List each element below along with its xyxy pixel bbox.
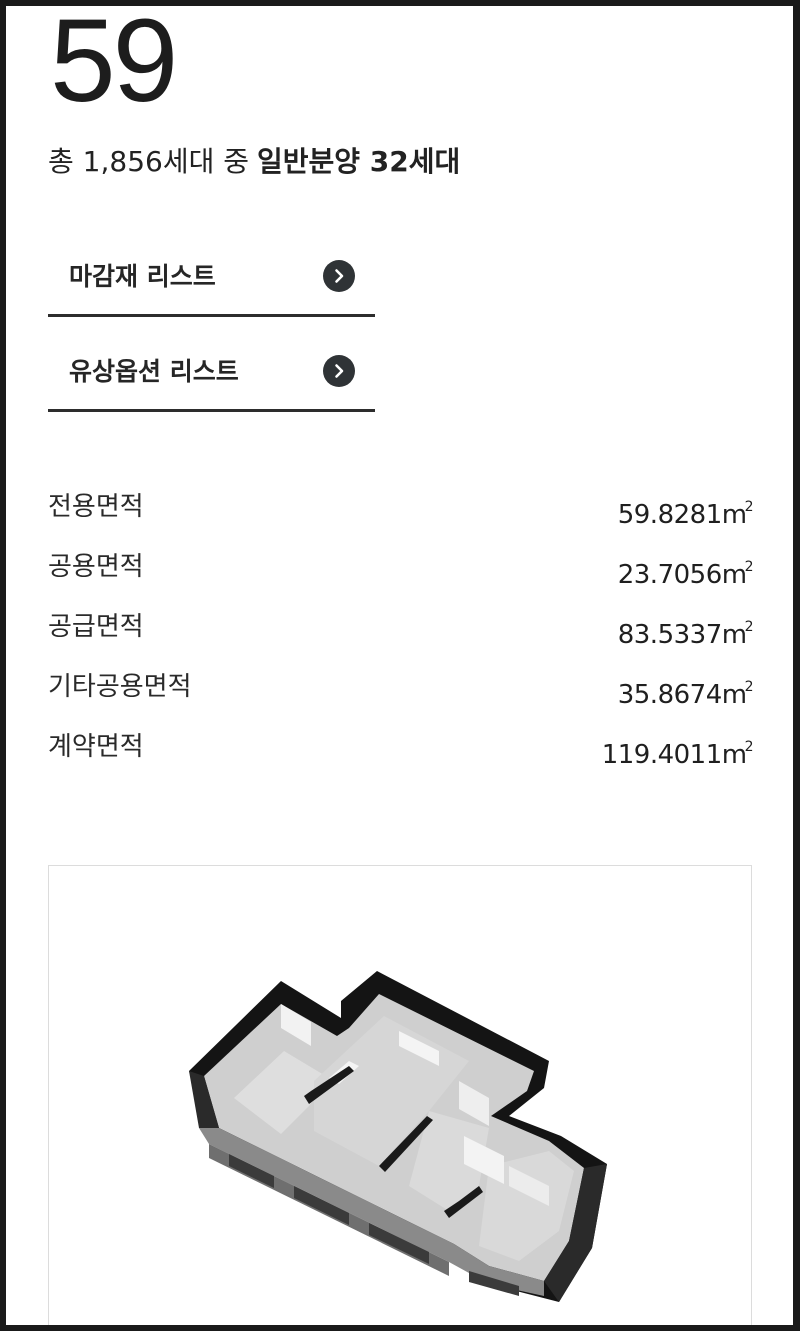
area-unit: m <box>721 620 747 650</box>
page-frame: 59 총 1,856세대 중 일반분양 32세대 마감재 리스트 유상옵션 리스트… <box>6 6 793 1325</box>
area-unit: m <box>721 740 747 770</box>
household-summary: 총 1,856세대 중 일반분양 32세대 <box>48 144 460 180</box>
area-value: 35.8674m2 <box>617 669 754 713</box>
isometric-floorplan-illustration <box>189 971 607 1302</box>
area-row-supply: 공급면적 83.5337m2 <box>48 604 754 664</box>
area-row-common: 공용면적 23.7056m2 <box>48 544 754 604</box>
paid-options-list-label: 유상옵션 리스트 <box>69 357 239 386</box>
area-unit: m <box>721 680 747 710</box>
area-number: 35.8674 <box>617 680 723 710</box>
area-value: 23.7056m2 <box>617 549 754 593</box>
area-number: 59.8281 <box>617 500 723 530</box>
area-unit-sup: 2 <box>744 559 754 575</box>
unit-type-number: 59 <box>50 6 178 127</box>
area-row-exclusive: 전용면적 59.8281m2 <box>48 484 754 544</box>
area-name: 공급면적 <box>48 612 144 642</box>
area-unit-sup: 2 <box>744 499 754 515</box>
area-number: 83.5337 <box>617 620 723 650</box>
area-unit-sup: 2 <box>744 739 754 755</box>
paid-options-list-link[interactable]: 유상옵션 리스트 <box>48 343 375 412</box>
area-name: 기타공용면적 <box>48 672 192 702</box>
household-total: 총 1,856세대 중 <box>48 145 249 178</box>
area-unit-sup: 2 <box>744 619 754 635</box>
area-table: 전용면적 59.8281m2 공용면적 23.7056m2 공급면적 83.53… <box>48 484 754 784</box>
area-name: 공용면적 <box>48 552 144 582</box>
area-name: 계약면적 <box>48 732 144 762</box>
general-sale-count: 일반분양 32세대 <box>257 145 461 178</box>
area-value: 83.5337m2 <box>617 609 754 653</box>
area-unit-sup: 2 <box>744 679 754 695</box>
finish-materials-list-link[interactable]: 마감재 리스트 <box>48 248 375 317</box>
area-value: 59.8281m2 <box>617 489 754 533</box>
chevron-right-icon <box>323 260 355 292</box>
chevron-right-icon <box>323 355 355 387</box>
floorplan-image <box>48 865 752 1325</box>
area-value: 119.4011m2 <box>601 729 754 773</box>
finish-materials-list-label: 마감재 리스트 <box>69 262 216 291</box>
area-unit: m <box>721 560 747 590</box>
area-row-other-common: 기타공용면적 35.8674m2 <box>48 664 754 724</box>
area-name: 전용면적 <box>48 492 144 522</box>
area-number: 23.7056 <box>617 560 723 590</box>
area-row-contract: 계약면적 119.4011m2 <box>48 724 754 784</box>
area-unit: m <box>721 500 747 530</box>
area-number: 119.4011 <box>601 740 723 770</box>
